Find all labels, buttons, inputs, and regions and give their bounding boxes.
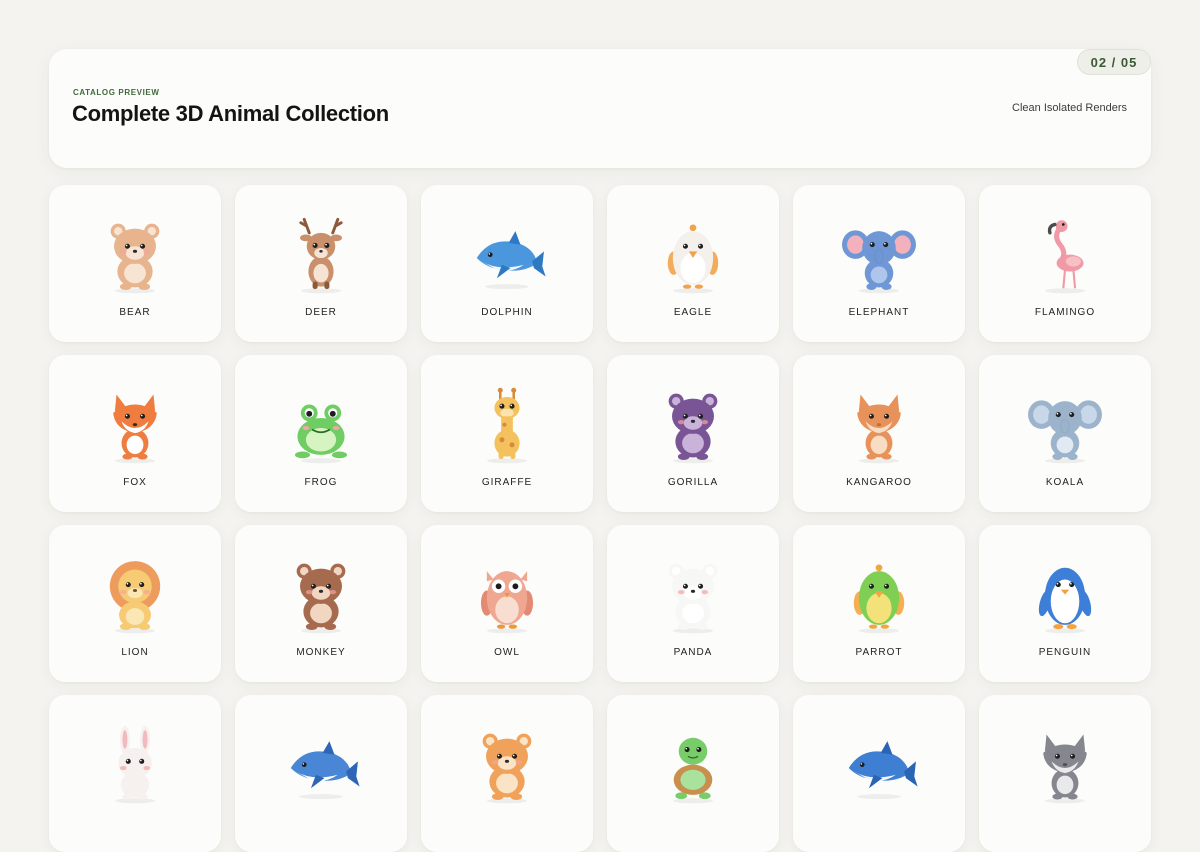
collection-header: CATALOG PREVIEW Complete 3D Animal Colle… bbox=[49, 49, 1151, 168]
tiger-icon bbox=[482, 733, 532, 804]
animal-card-label: GORILLA bbox=[667, 477, 719, 488]
penguin-icon bbox=[1038, 567, 1092, 634]
wolf-icon bbox=[1043, 734, 1087, 804]
animal-card-label: PANDA bbox=[673, 647, 713, 658]
animal-card[interactable] bbox=[979, 695, 1151, 852]
whale-icon bbox=[848, 741, 918, 800]
kangaroo-icon bbox=[857, 394, 901, 464]
animal-card[interactable]: OWL bbox=[421, 525, 593, 682]
animal-card[interactable]: GORILLA bbox=[607, 355, 779, 512]
animal-card[interactable]: ELEPHANT bbox=[793, 185, 965, 342]
bear-icon bbox=[110, 223, 160, 294]
animal-card-label: PARROT bbox=[855, 647, 903, 658]
animal-card-label: FLAMINGO bbox=[1034, 307, 1096, 318]
page-indicator-badge: 02 / 05 bbox=[1077, 49, 1151, 75]
giraffe-icon bbox=[486, 387, 528, 464]
animal-card[interactable]: BEAR bbox=[49, 185, 221, 342]
panda-icon bbox=[668, 563, 718, 634]
animal-card[interactable]: KOALA bbox=[979, 355, 1151, 512]
animal-card[interactable]: GIRAFFE bbox=[421, 355, 593, 512]
animal-card-label: DOLPHIN bbox=[481, 307, 533, 318]
animal-card[interactable] bbox=[607, 695, 779, 852]
elephant-icon bbox=[842, 230, 916, 294]
animal-card-label: EAGLE bbox=[673, 307, 713, 318]
turtle-icon bbox=[672, 737, 714, 804]
animal-card-label: BEAR bbox=[119, 307, 151, 318]
animal-card[interactable]: FOX bbox=[49, 355, 221, 512]
animal-card-label: PENGUIN bbox=[1038, 647, 1092, 658]
animal-card[interactable]: PANDA bbox=[607, 525, 779, 682]
animal-card-label: OWL bbox=[494, 647, 520, 658]
animal-card-label: KOALA bbox=[1045, 477, 1085, 488]
fox-icon bbox=[113, 394, 157, 464]
animal-grid: BEAR DEER DOLPHIN EAGLE ELEPHANT FLAMING… bbox=[49, 185, 1151, 852]
animal-card[interactable]: PENGUIN bbox=[979, 525, 1151, 682]
animal-card-label: MONKEY bbox=[296, 647, 346, 658]
koala-icon bbox=[1028, 400, 1102, 464]
frog-icon bbox=[294, 404, 348, 464]
dolphin-icon bbox=[476, 231, 546, 290]
animal-card-label: LION bbox=[121, 647, 149, 658]
flamingo-icon bbox=[1044, 220, 1086, 294]
rabbit-icon bbox=[114, 726, 156, 804]
animal-card[interactable] bbox=[235, 695, 407, 852]
header-subtitle: Clean Isolated Renders bbox=[1012, 102, 1127, 114]
animal-card[interactable]: MONKEY bbox=[235, 525, 407, 682]
gorilla-icon bbox=[668, 393, 718, 464]
animal-card[interactable]: PARROT bbox=[793, 525, 965, 682]
animal-card[interactable] bbox=[793, 695, 965, 852]
owl-icon bbox=[480, 571, 534, 634]
animal-card[interactable]: LION bbox=[49, 525, 221, 682]
animal-card-label: DEER bbox=[305, 307, 337, 318]
animal-card-label: KANGAROO bbox=[846, 477, 912, 488]
eagle-icon bbox=[667, 224, 719, 294]
animal-card[interactable]: KANGAROO bbox=[793, 355, 965, 512]
animal-card[interactable] bbox=[49, 695, 221, 852]
animal-card[interactable] bbox=[421, 695, 593, 852]
animal-card-label: ELEPHANT bbox=[848, 307, 910, 318]
catalog-eyebrow: CATALOG PREVIEW bbox=[73, 88, 160, 97]
page-title: Complete 3D Animal Collection bbox=[72, 101, 389, 126]
animal-card[interactable]: FLAMINGO bbox=[979, 185, 1151, 342]
animal-card[interactable]: DOLPHIN bbox=[421, 185, 593, 342]
deer-icon bbox=[299, 217, 343, 294]
shark-icon bbox=[290, 741, 360, 800]
animal-card[interactable]: EAGLE bbox=[607, 185, 779, 342]
lion-icon bbox=[109, 561, 161, 634]
animal-card-label: GIRAFFE bbox=[481, 477, 533, 488]
animal-card-label: FROG bbox=[304, 477, 338, 488]
parrot-icon bbox=[853, 564, 905, 634]
animal-card[interactable]: FROG bbox=[235, 355, 407, 512]
monkey-icon bbox=[296, 563, 346, 634]
animal-card[interactable]: DEER bbox=[235, 185, 407, 342]
animal-card-label: FOX bbox=[123, 477, 147, 488]
